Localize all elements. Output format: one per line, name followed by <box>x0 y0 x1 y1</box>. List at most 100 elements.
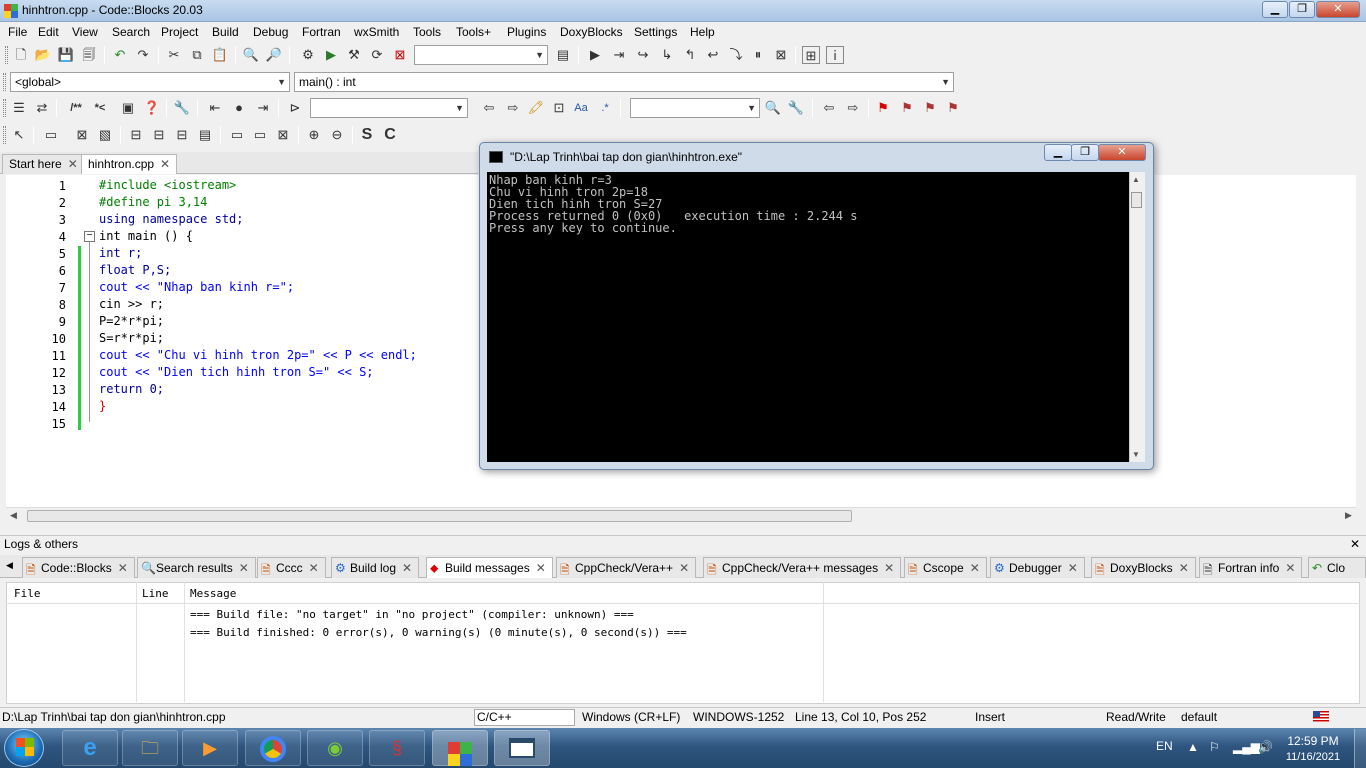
paste-icon[interactable]: 📋 <box>211 46 229 64</box>
run-icon[interactable]: ▶ <box>322 46 340 64</box>
close-tab-icon[interactable]: ✕ <box>1285 561 1295 575</box>
scroll-right-icon[interactable]: ▶ <box>1345 510 1352 521</box>
console-minimize-button[interactable]: ▁ <box>1044 144 1072 161</box>
toggle-bookmark-icon[interactable]: ● <box>230 99 248 117</box>
close-tab-icon[interactable]: ✕ <box>679 561 689 575</box>
show-hidden-icons-icon[interactable]: ▲ <box>1187 740 1199 754</box>
redo-icon[interactable]: ↷ <box>134 46 152 64</box>
close-tab-icon[interactable]: ✕ <box>970 561 980 575</box>
tab-cccc[interactable]: 🗎 Cccc ✕ <box>257 557 326 578</box>
build-and-run-icon[interactable]: ⚒ <box>345 46 363 64</box>
tab-debugger[interactable]: ⚙ Debugger ✕ <box>990 557 1085 578</box>
show-desktop-button[interactable] <box>1354 729 1366 768</box>
panel-icon[interactable]: ▧ <box>96 126 114 144</box>
tab-doxyblocks[interactable]: 🗎 DoxyBlocks ✕ <box>1091 557 1196 578</box>
symbol-combo[interactable]: ▼ <box>630 98 760 118</box>
close-tab-icon[interactable]: ✕ <box>309 561 319 575</box>
menu-debug[interactable]: Debug <box>253 25 288 39</box>
doc-block-icon[interactable]: ▣ <box>119 99 137 117</box>
table-row[interactable]: === Build file: "no target" in "no proje… <box>190 608 634 621</box>
selection-icon[interactable]: ⊡ <box>550 99 568 117</box>
rebuild-icon[interactable]: ⟳ <box>368 46 386 64</box>
zoom-out-icon[interactable]: ⊖ <box>328 126 346 144</box>
sizer-flex-icon[interactable]: ▤ <box>196 126 214 144</box>
sizer-v-icon[interactable]: ⊟ <box>150 126 168 144</box>
scroll-down-icon[interactable]: ▼ <box>1132 450 1140 459</box>
tab-clo[interactable]: ↶ Clo <box>1308 557 1366 578</box>
undo-icon[interactable]: ↶ <box>111 46 129 64</box>
scope-combo[interactable]: <global> ▼ <box>10 72 290 92</box>
stack-icon[interactable]: ☰ <box>10 99 28 117</box>
internet-explorer-icon[interactable]: e <box>62 730 118 766</box>
step-out-icon[interactable]: ↰ <box>681 46 699 64</box>
shrink-icon[interactable]: ⊠ <box>274 126 292 144</box>
close-button[interactable]: ✕ <box>1316 1 1360 18</box>
nav-forward-icon[interactable]: ⇨ <box>844 99 862 117</box>
debug-info-icon[interactable]: ⅰ <box>826 46 844 64</box>
debug-continue-icon[interactable]: ▶ <box>586 46 604 64</box>
new-file-icon[interactable]: 🗋 <box>12 46 30 64</box>
table-row[interactable]: === Build finished: 0 error(s), 0 warnin… <box>190 626 687 639</box>
settings-wrench-icon[interactable]: 🔧 <box>787 99 805 117</box>
menu-file[interactable]: File <box>8 25 27 39</box>
app-swirl-icon[interactable]: § <box>369 730 425 766</box>
console-scrollbar[interactable] <box>1129 172 1145 462</box>
run-to-cursor-icon[interactable]: ⇥ <box>610 46 628 64</box>
toolbar-grip[interactable] <box>3 73 6 91</box>
border-icon[interactable]: ▭ <box>228 126 246 144</box>
close-tab-icon[interactable]: ✕ <box>68 157 78 171</box>
menu-fortran[interactable]: Fortran <box>302 25 341 39</box>
tab-build-messages[interactable]: ⬥ Build messages ✕ <box>426 557 553 578</box>
volume-icon[interactable]: 🔊 <box>1258 740 1273 754</box>
pause-icon[interactable]: ⏸ <box>749 46 767 64</box>
menu-search[interactable]: Search <box>112 25 150 39</box>
toolbar-grip[interactable] <box>5 46 8 64</box>
search-icon[interactable]: 🔍 <box>764 99 782 117</box>
close-tab-icon[interactable]: ✕ <box>884 561 894 575</box>
zoom-in-icon[interactable]: ⊕ <box>305 126 323 144</box>
show-target-icon[interactable]: ▤ <box>554 46 572 64</box>
menu-settings[interactable]: Settings <box>634 25 677 39</box>
close-tab-icon[interactable]: ✕ <box>402 561 412 575</box>
tab-codeblocks-log[interactable]: 🗎 Code::Blocks ✕ <box>22 557 135 578</box>
scroll-left-icon[interactable]: ◀ <box>10 510 17 521</box>
source-icon[interactable]: S <box>358 126 376 144</box>
tabs-scroll-left-icon[interactable]: ◀ <box>6 560 13 571</box>
clock-date[interactable]: 11/16/2021 <box>1278 751 1348 763</box>
flag-clear-icon[interactable]: ⚑ <box>944 99 962 117</box>
close-tab-icon[interactable]: ✕ <box>239 561 249 575</box>
sizer-h-icon[interactable]: ⊟ <box>127 126 145 144</box>
tab-fortran-info[interactable]: 🗎 Fortran info ✕ <box>1199 557 1303 578</box>
cut-icon[interactable]: ✂ <box>165 46 183 64</box>
dialog-icon[interactable]: ⊠ <box>73 126 91 144</box>
logs-close-icon[interactable]: ✕ <box>1350 537 1360 551</box>
prev-bookmark-icon[interactable]: ⇤ <box>206 99 224 117</box>
fold-marker-icon[interactable]: − <box>84 231 95 242</box>
nav-back-icon[interactable]: ⇦ <box>820 99 838 117</box>
build-target-combo[interactable]: ▼ <box>414 45 548 65</box>
tab-cppcheck-messages[interactable]: 🗎 CppCheck/Vera++ messages ✕ <box>703 557 902 578</box>
wrench-icon[interactable]: 🔧 <box>173 99 191 117</box>
tab-cscope[interactable]: 🗎 Cscope ✕ <box>904 557 987 578</box>
close-tab-icon[interactable]: ✕ <box>118 561 128 575</box>
menu-help[interactable]: Help <box>690 25 715 39</box>
console-scroll-thumb[interactable] <box>1131 192 1142 208</box>
maximize-button[interactable]: ❐ <box>1289 1 1315 18</box>
next-instruction-icon[interactable]: ↩ <box>704 46 722 64</box>
function-combo[interactable]: main() : int ▼ <box>294 72 954 92</box>
step-instruction-icon[interactable]: ⤵ <box>727 46 745 64</box>
coccoc-icon[interactable]: ◉ <box>307 730 363 766</box>
expand-icon[interactable]: ▭ <box>251 126 269 144</box>
scroll-up-icon[interactable]: ▲ <box>1132 175 1140 184</box>
menu-wxsmith[interactable]: wxSmith <box>354 25 399 39</box>
close-tab-icon[interactable]: ✕ <box>536 561 546 575</box>
step-into-icon[interactable]: ↳ <box>658 46 676 64</box>
doc-help-icon[interactable]: ❓ <box>143 99 161 117</box>
open-file-icon[interactable]: 📂 <box>34 46 52 64</box>
stop-debug-icon[interactable]: ⊠ <box>772 46 790 64</box>
pointer-icon[interactable]: ↖ <box>10 126 28 144</box>
column-header-message[interactable]: Message <box>190 587 236 600</box>
menu-view[interactable]: View <box>72 25 98 39</box>
copy-icon[interactable]: ⧉ <box>188 46 206 64</box>
flag-prev-icon[interactable]: ⚑ <box>898 99 916 117</box>
